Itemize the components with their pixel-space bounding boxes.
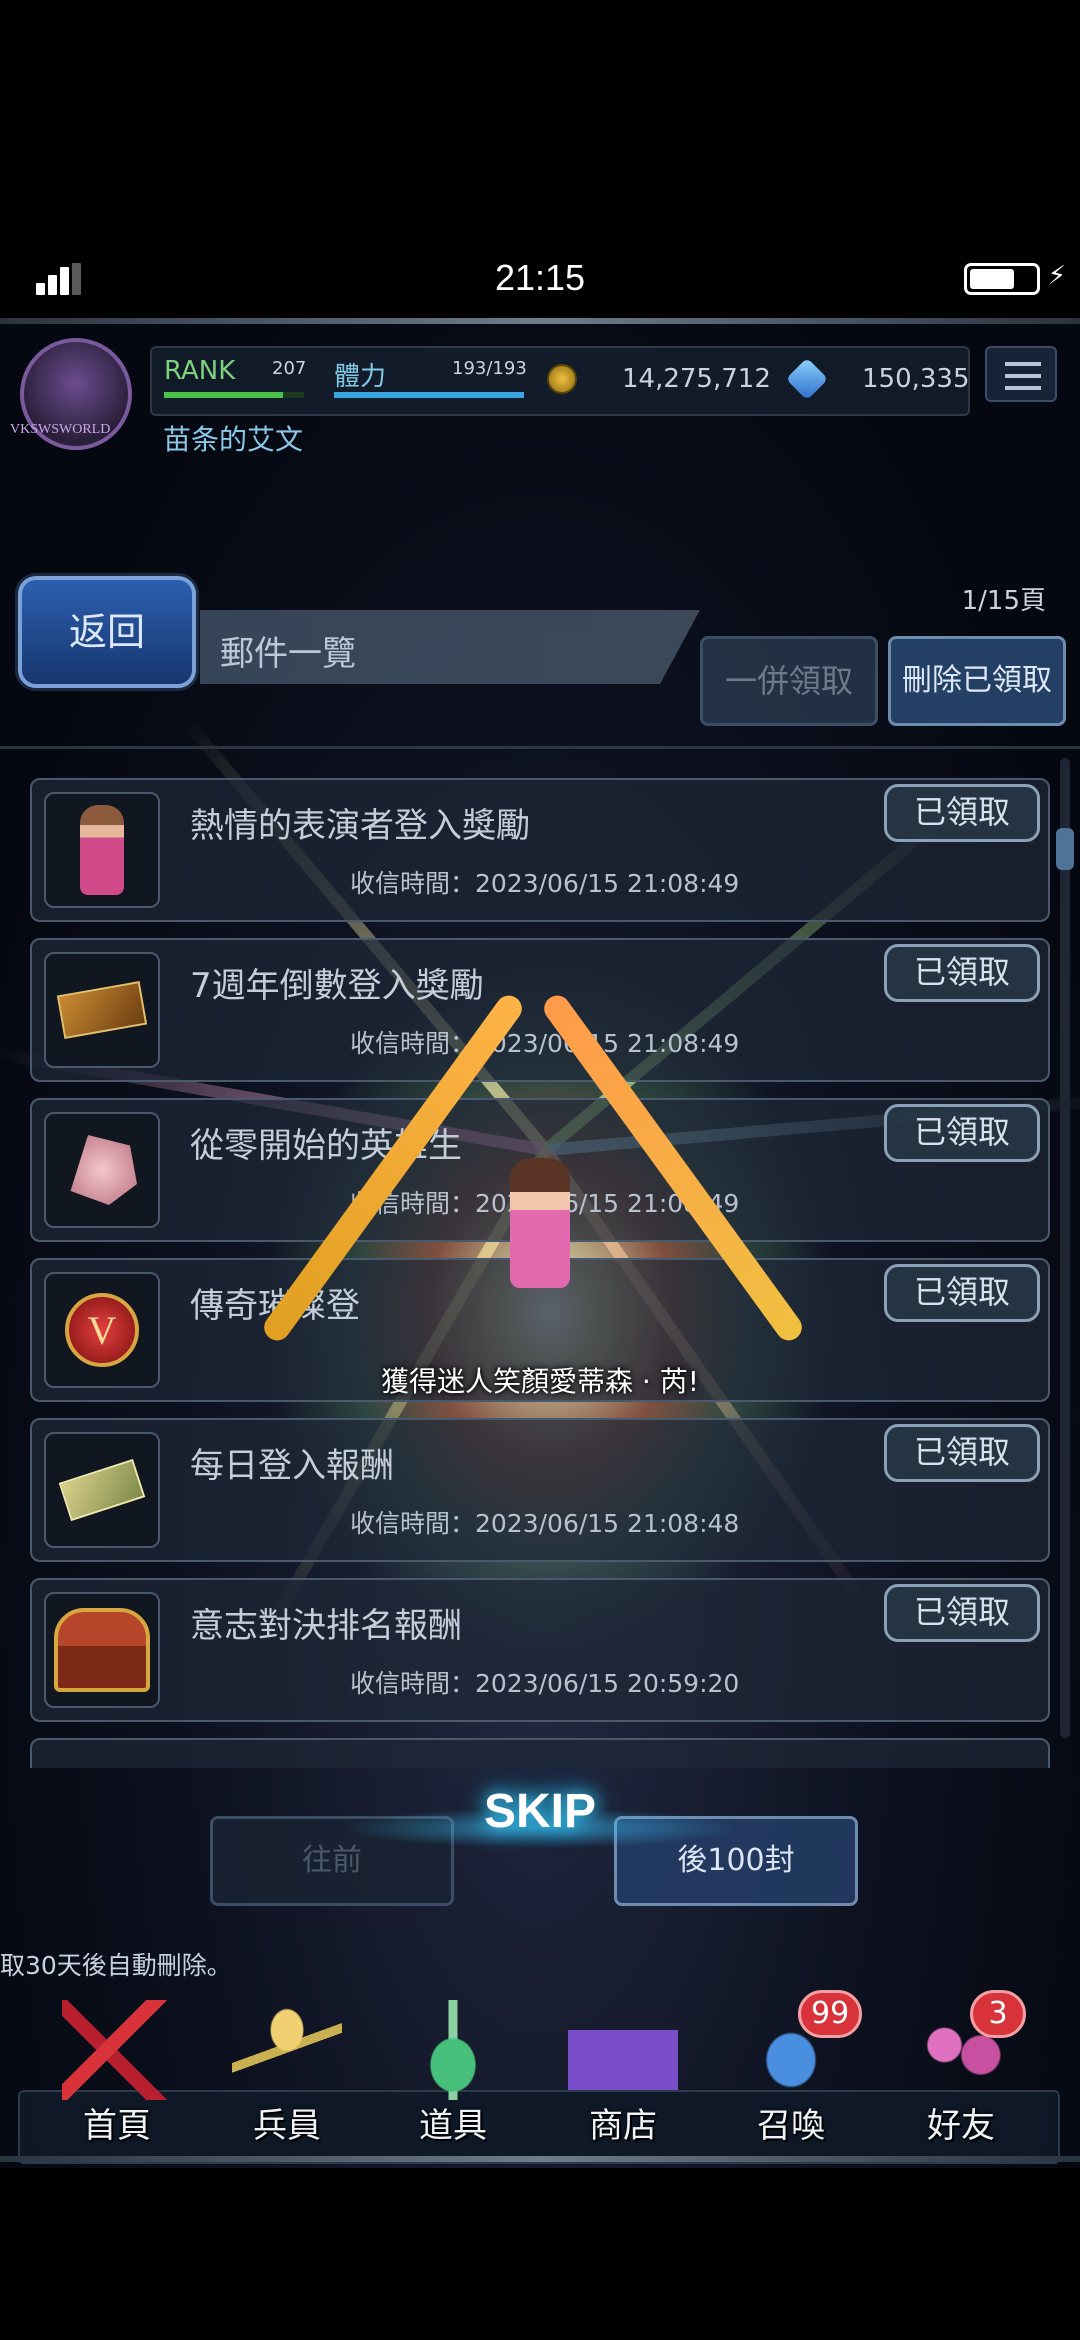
mail-item[interactable]: 熱情的表演者登入獎勵 收信時間：2023/06/15 21:08:49 已領取	[30, 778, 1050, 922]
top-frame	[0, 318, 1080, 324]
claimed-badge: 已領取	[884, 1104, 1040, 1162]
rank-progress-bar	[164, 392, 304, 398]
status-time: 21:15	[494, 257, 586, 298]
mail-thumbnail	[44, 792, 160, 908]
auto-delete-note: 取30天後自動刪除。	[0, 1951, 232, 1980]
medal-icon: V	[65, 1293, 139, 1367]
rank-label: RANK	[164, 356, 236, 386]
shop-icon	[568, 2000, 678, 2100]
scrollbar-thumb[interactable]	[1056, 828, 1074, 870]
claimed-badge: 已領取	[884, 1264, 1040, 1322]
stamina-label: 體力	[334, 362, 387, 392]
mail-title: 熱情的表演者登入獎勵	[190, 806, 530, 846]
mail-item[interactable]: 每日登入報酬 收信時間：2023/06/15 21:08:48 已領取	[30, 1418, 1050, 1562]
player-name: 苗条的艾文	[163, 423, 304, 456]
skip-button[interactable]: SKIP	[440, 1784, 640, 1864]
nav-label: 道具	[419, 2106, 487, 2146]
nav-label: 召喚	[757, 2106, 825, 2146]
scrollbar-track[interactable]	[1060, 758, 1070, 1738]
mail-thumbnail	[44, 1432, 160, 1548]
gil-coin-icon	[547, 364, 577, 394]
menu-button[interactable]	[985, 346, 1057, 402]
bottom-frame	[0, 2156, 1080, 2162]
nav-friends[interactable]: 好友 3	[886, 1990, 1036, 2170]
crystal-shard-icon	[70, 1135, 137, 1205]
voucher-icon	[58, 1458, 146, 1522]
collect-all-button[interactable]: 一併領取	[700, 636, 878, 726]
mail-date: 收信時間：2023/06/15 21:08:48	[350, 1509, 740, 1538]
mail-item-partial[interactable]	[30, 1738, 1050, 1768]
notification-badge: 3	[970, 1990, 1026, 2038]
battery-icon	[964, 263, 1040, 295]
nav-shop[interactable]: 商店	[548, 1990, 698, 2170]
mail-title: 意志對決排名報酬	[190, 1606, 462, 1646]
rank-value: 207	[272, 358, 307, 379]
treasure-chest-icon	[54, 1608, 150, 1692]
game-screen: 21:15 ⚡ VKSWSWORLD RANK 207 體力 193/193 1…	[0, 0, 1080, 2340]
character-sprite-icon	[80, 805, 124, 895]
mail-date: 收信時間：2023/06/15 21:08:49	[350, 869, 740, 898]
stamina-progress-bar	[334, 392, 524, 398]
nav-label: 兵員	[253, 2106, 321, 2146]
nav-label: 好友	[927, 2106, 995, 2146]
divider	[0, 746, 1080, 749]
notification-badge: 99	[798, 1990, 863, 2038]
charging-icon: ⚡	[1047, 261, 1066, 291]
summoned-character-sprite	[510, 1158, 570, 1288]
claimed-badge: 已領取	[884, 944, 1040, 1002]
nav-units[interactable]: 兵員	[212, 1990, 362, 2170]
mail-date: 收信時間：2023/06/15 20:59:20	[350, 1669, 740, 1698]
claimed-badge: 已領取	[884, 1584, 1040, 1642]
nav-home[interactable]: 首頁	[42, 1990, 192, 2170]
nav-label: 商店	[589, 2106, 657, 2146]
nav-summon[interactable]: 召喚 99	[716, 1990, 866, 2170]
claimed-badge: 已領取	[884, 1424, 1040, 1482]
gem-amount: 150,335	[862, 364, 970, 394]
potion-icon	[398, 2000, 508, 2100]
avatar-emblem-text: VKSWSWORLD	[10, 422, 111, 437]
stamina-value: 193/193	[452, 358, 527, 379]
hero-icon	[232, 2000, 342, 2100]
claimed-badge: 已領取	[884, 784, 1040, 842]
delete-claimed-button[interactable]: 刪除已領取	[888, 636, 1066, 726]
nav-label: 首頁	[83, 2106, 151, 2146]
page-count: 1/15頁	[961, 586, 1046, 616]
swords-icon	[62, 2000, 172, 2100]
mail-thumbnail	[44, 952, 160, 1068]
mail-title: 7週年倒數登入獎勵	[190, 966, 484, 1006]
mail-item[interactable]: 7週年倒數登入獎勵 收信時間：2023/06/15 21:08:49 已領取	[30, 938, 1050, 1082]
status-bar: 21:15 ⚡	[0, 255, 1080, 305]
resource-bar: RANK 207 體力 193/193 14,275,712 150,335	[150, 346, 970, 416]
game-area: VKSWSWORLD RANK 207 體力 193/193 14,275,71…	[0, 318, 1080, 2168]
gem-icon	[785, 357, 829, 401]
mail-thumbnail	[44, 1112, 160, 1228]
ticket-icon	[56, 981, 148, 1039]
back-button[interactable]: 返回	[18, 576, 196, 688]
mail-title: 每日登入報酬	[190, 1446, 394, 1486]
nav-items[interactable]: 道具	[378, 1990, 528, 2170]
mail-item[interactable]: 意志對決排名報酬 收信時間：2023/06/15 20:59:20 已領取	[30, 1578, 1050, 1722]
gil-amount: 14,275,712	[622, 364, 771, 394]
mail-date: 收信時間：2023/06/15 21:08:49	[350, 1029, 740, 1058]
page-title: 郵件一覽	[220, 634, 356, 674]
mail-thumbnail	[44, 1592, 160, 1708]
obtain-message: 獲得迷人笑顏愛蒂森 · 芮!	[381, 1365, 699, 1398]
